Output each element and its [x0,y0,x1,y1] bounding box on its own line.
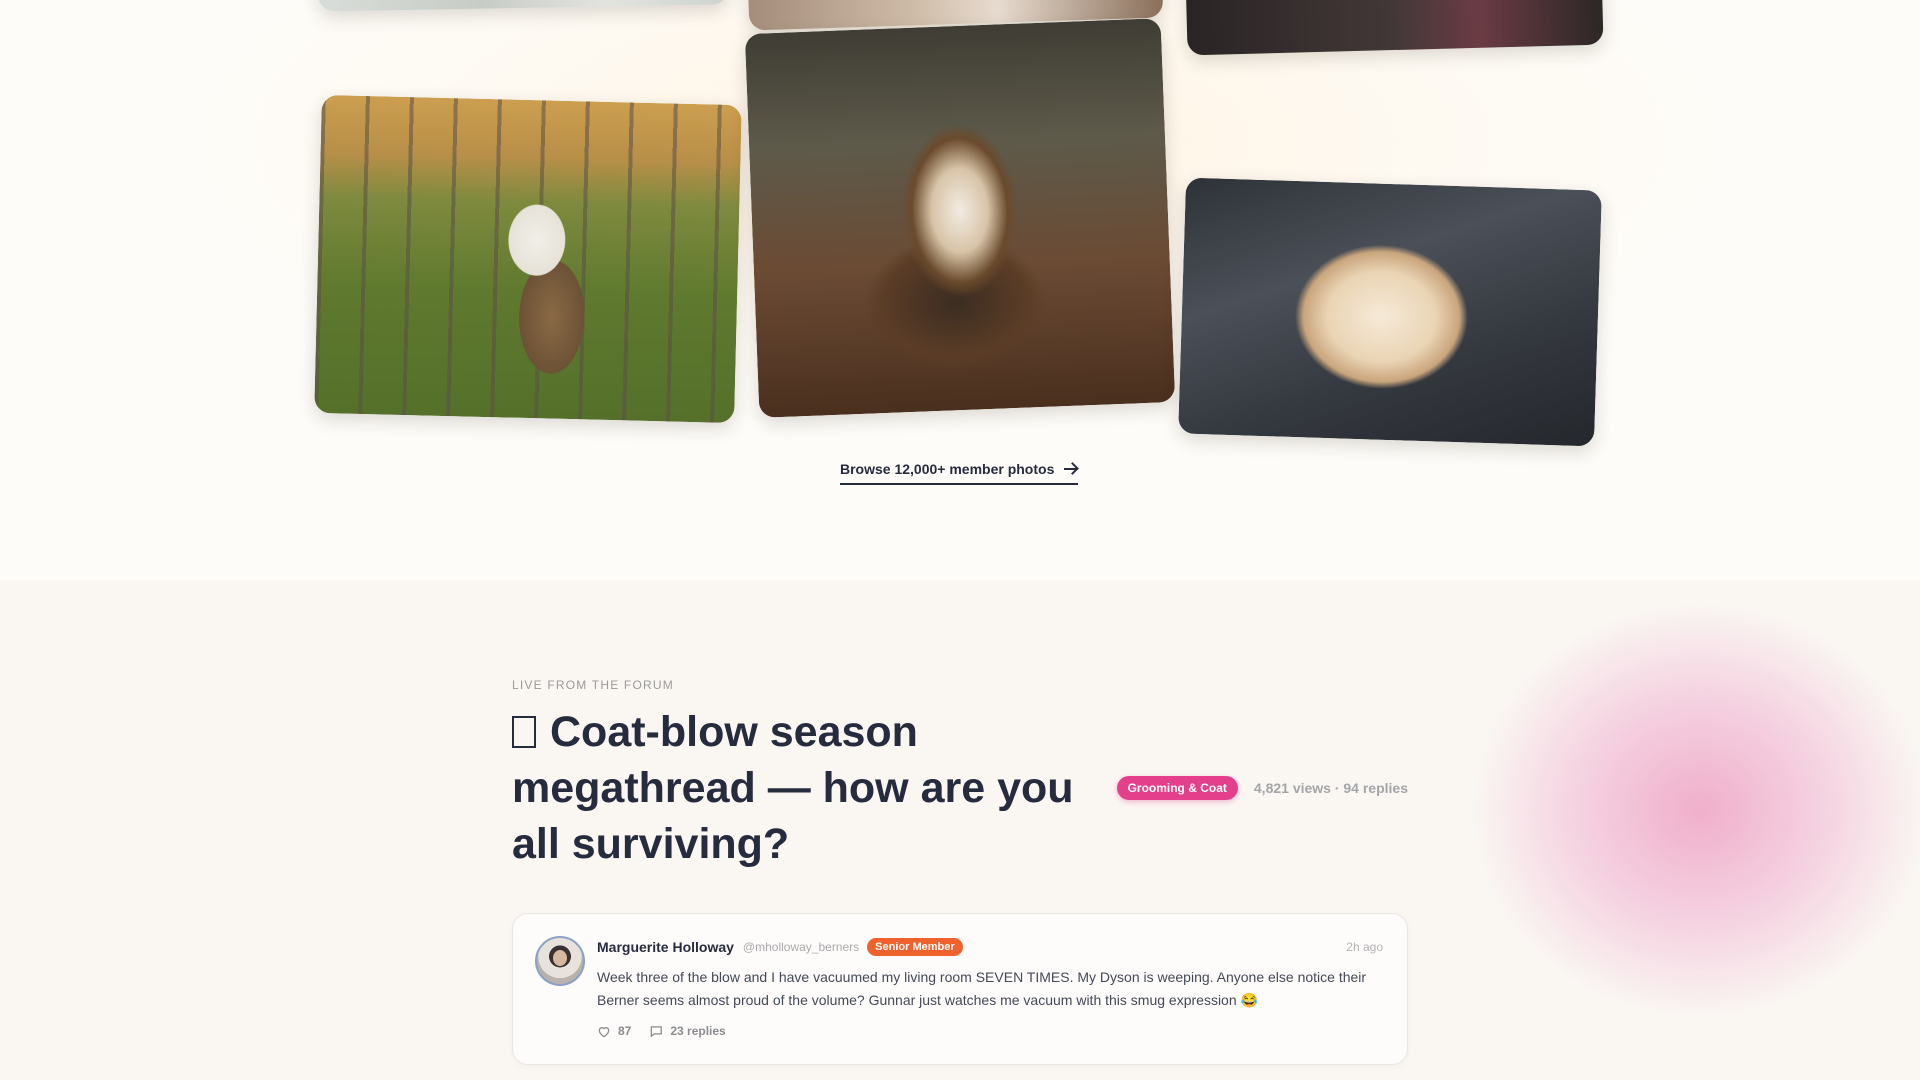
gallery-photo-fluffy-dog-on-couch[interactable] [1178,177,1602,447]
browse-photos-label: Browse 12,000+ member photos [840,461,1055,477]
gallery-photo-dogs-at-fence[interactable] [314,94,742,424]
heart-icon [598,1026,610,1038]
role-badge: Senior Member [867,938,963,956]
thread-stats: 4,821 views · 94 replies [1253,780,1408,796]
forum-post-card[interactable]: Marguerite Holloway @mholloway_berners S… [512,913,1408,1065]
replies-button[interactable]: 23 replies [649,1024,726,1038]
post-actions: 87 23 replies [597,1024,726,1038]
thread-title-text: Coat-blow season megathread — how are yo… [512,708,1074,868]
like-button[interactable]: 87 [597,1024,631,1038]
post-header: Marguerite Holloway @mholloway_berners S… [597,938,1383,956]
post-author[interactable]: Marguerite Holloway [597,939,734,955]
comment-icon [651,1025,663,1038]
decorative-pink-glow [1470,600,1920,1020]
reply-count: 23 replies [670,1024,726,1038]
browse-photos-link[interactable]: Browse 12,000+ member photos [840,461,1079,485]
gallery-photo-sheltie-in-leaves[interactable] [744,18,1176,418]
post-handle: @mholloway_berners [742,940,860,954]
missing-glyph-icon [512,716,536,748]
section-eyebrow: LIVE FROM THE FORUM [512,678,674,692]
arrow-right-icon [1064,463,1078,475]
post-timestamp: 2h ago [1346,940,1383,954]
forum-section: LIVE FROM THE FORUM Coat-blow season meg… [0,580,1920,1080]
member-photo-gallery: Browse 12,000+ member photos [0,0,1920,580]
thread-title[interactable]: Coat-blow season megathread — how are yo… [512,704,1107,872]
avatar[interactable] [535,936,585,986]
post-body: Week three of the blow and I have vacuum… [597,969,1367,1008]
thread-meta: Grooming & Coat 4,821 views · 94 replies [1116,776,1408,800]
thread-header: Coat-blow season megathread — how are yo… [512,704,1408,872]
like-count: 87 [618,1024,632,1038]
category-tag[interactable]: Grooming & Coat [1116,776,1238,800]
